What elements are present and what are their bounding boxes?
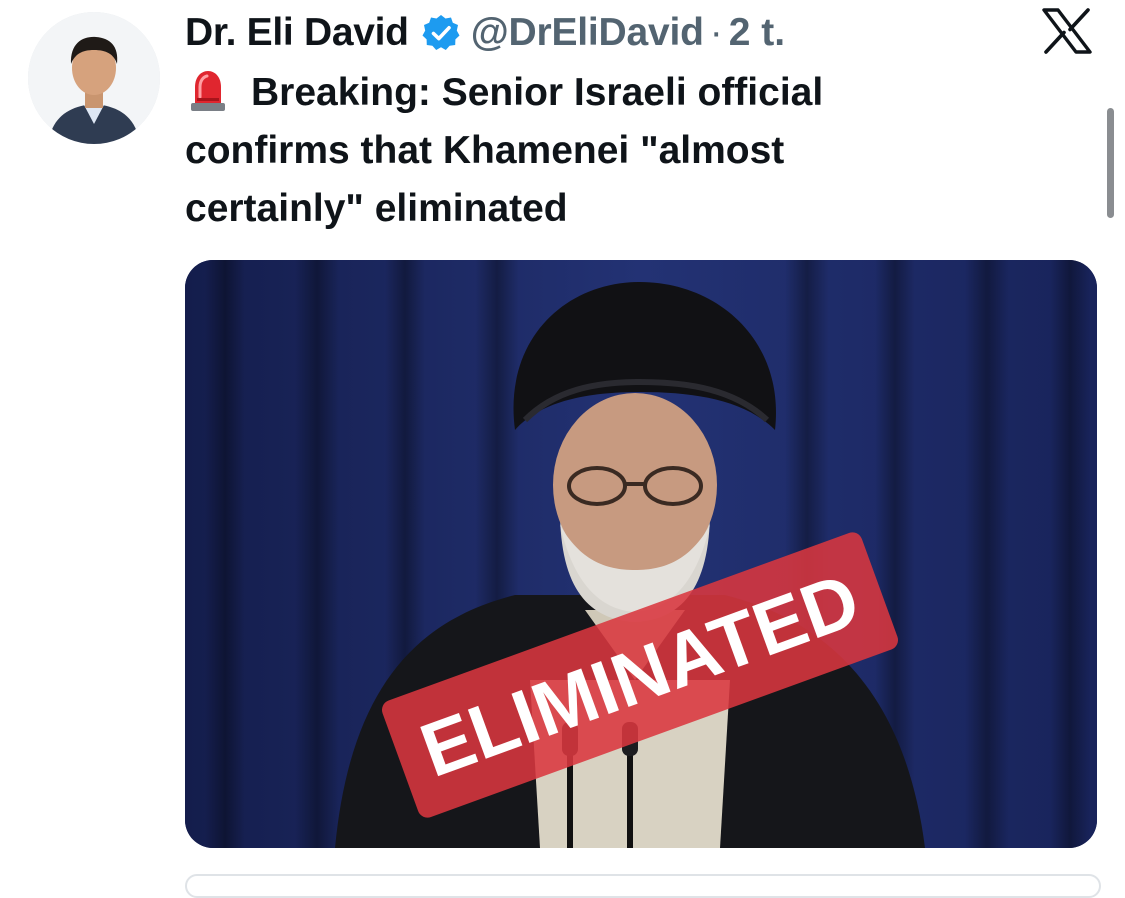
header-separator: · bbox=[709, 11, 723, 54]
tweet-text: Breaking: Senior Israeli official confir… bbox=[185, 71, 824, 230]
avatar[interactable] bbox=[28, 12, 160, 144]
police-siren-icon bbox=[191, 71, 225, 111]
verified-badge-icon bbox=[422, 15, 460, 50]
khamenei-photo: ELIMINATED bbox=[185, 260, 1097, 848]
author-handle[interactable]: @DrEliDavid bbox=[471, 11, 704, 55]
x-logo-icon bbox=[1042, 8, 1092, 54]
scrollbar-thumb[interactable] bbox=[1107, 108, 1114, 218]
avatar-photo bbox=[28, 12, 160, 144]
tweet-image[interactable]: ELIMINATED bbox=[185, 260, 1097, 848]
quoted-tweet-card[interactable] bbox=[185, 874, 1101, 898]
tweet-body: Breaking: Senior Israeli official confir… bbox=[185, 64, 965, 238]
author-name[interactable]: Dr. Eli David bbox=[185, 11, 409, 55]
tweet-timestamp[interactable]: 2 t. bbox=[729, 11, 785, 55]
tweet-header: Dr. Eli David @DrEliDavid · 2 t. bbox=[185, 8, 785, 58]
